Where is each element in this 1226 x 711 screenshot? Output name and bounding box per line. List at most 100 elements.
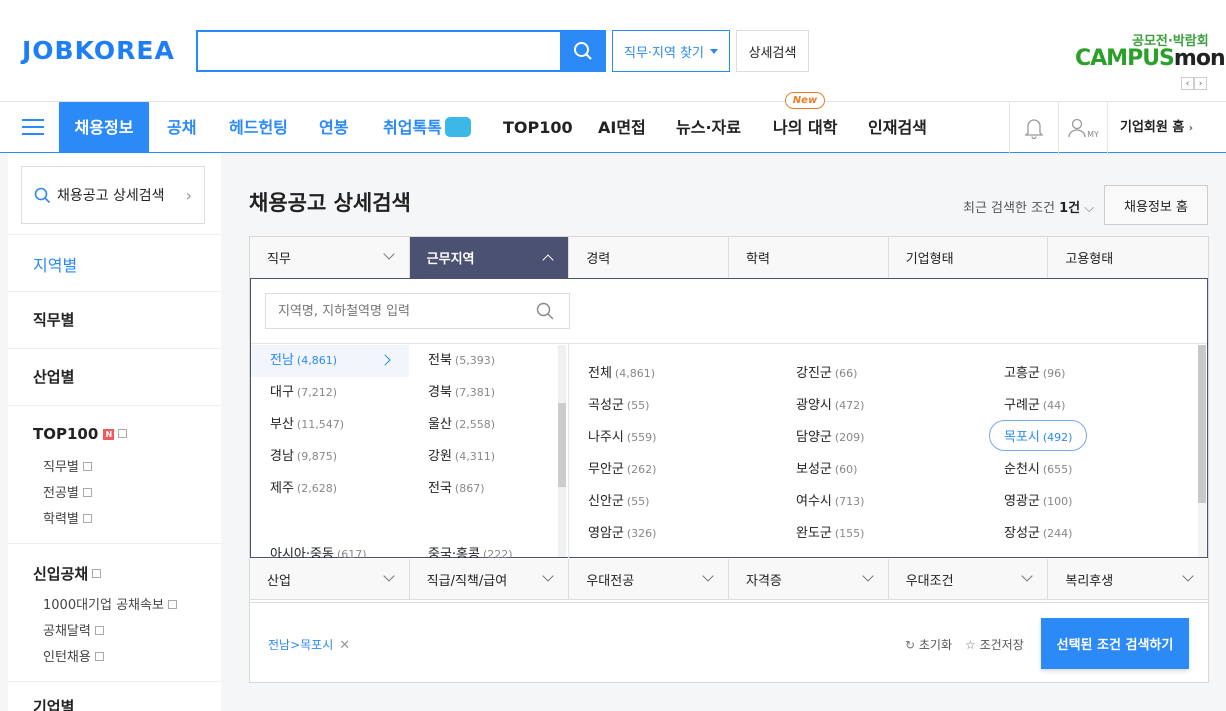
sidebar-subitem[interactable]: 인턴채용 xyxy=(43,646,104,665)
search-selected-button[interactable]: 선택된 조건 검색하기 xyxy=(1041,618,1189,669)
nav-item-gongchae[interactable]: 공채 xyxy=(167,102,196,153)
save-condition-button[interactable]: ☆ 조건저장 xyxy=(965,636,1024,653)
city-scrollbar[interactable] xyxy=(1198,345,1206,557)
nav-item-talk[interactable]: 취업톡톡 xyxy=(383,102,471,153)
search-icon[interactable] xyxy=(536,302,554,320)
province-item[interactable]: 전북 (5,393) xyxy=(409,345,557,377)
campusmon-logo[interactable]: CAMPUSmon xyxy=(1075,46,1226,71)
sidebar-subitem[interactable]: 직무별 xyxy=(43,456,92,475)
city-item[interactable]: 무안군 (262) xyxy=(588,458,656,477)
nav-item-top100[interactable]: TOP100 xyxy=(503,102,573,153)
jobs-home-button[interactable]: 채용정보 홈 xyxy=(1104,185,1208,225)
tab-employment-type[interactable]: 고용형태 xyxy=(1048,237,1208,278)
city-item[interactable]: 영광군 (100) xyxy=(1004,490,1072,509)
region-search-input[interactable] xyxy=(266,294,536,328)
nav-item-headhunting[interactable]: 헤드헌팅 xyxy=(229,102,288,153)
sidebar-subitem[interactable]: 학력별 xyxy=(43,508,92,527)
city-item[interactable]: 곡성군 (55) xyxy=(588,394,649,413)
city-item[interactable]: 고흥군 (96) xyxy=(1004,362,1065,381)
city-item[interactable]: 보성군 (60) xyxy=(796,458,857,477)
scrollbar-thumb[interactable] xyxy=(1198,345,1206,503)
province-item[interactable]: 중국·홍콩 (222) xyxy=(409,539,557,558)
nav-item-talent-search[interactable]: 인재검색 xyxy=(868,102,927,153)
tab-certificate[interactable]: 자격증 xyxy=(729,559,889,600)
province-item[interactable]: 부산 (11,547) xyxy=(251,409,409,441)
province-item[interactable]: 아시아·중동 (617) xyxy=(251,539,409,558)
recent-search-toggle[interactable]: 최근 검색한 조건 1건 ⌵ xyxy=(963,197,1094,216)
sidebar-item-top100[interactable]: TOP100 N xyxy=(33,425,128,443)
province-item-selected[interactable]: 전남 (4,861) xyxy=(251,345,409,377)
sidebar-item-job[interactable]: 직무별 xyxy=(33,309,74,330)
nav-item-jobs[interactable]: 채용정보 xyxy=(59,102,149,153)
reset-label: 초기화 xyxy=(918,638,953,652)
business-member-home-link[interactable]: 기업회원 홈 › xyxy=(1120,102,1193,153)
reset-button[interactable]: ↻ 초기화 xyxy=(905,636,952,653)
region-search-box xyxy=(265,293,570,329)
tab-position-salary[interactable]: 직급/직책/급여 xyxy=(410,559,570,600)
hamburger-menu-icon[interactable] xyxy=(22,119,44,135)
city-item[interactable]: 여수시 (713) xyxy=(796,490,864,509)
search-button[interactable] xyxy=(560,30,606,72)
sidebar-subitem[interactable]: 1000대기업 공채속보 xyxy=(43,594,177,613)
next-arrow-icon[interactable]: › xyxy=(1194,77,1207,90)
tab-label: 우대전공 xyxy=(586,574,635,589)
city-item[interactable]: 광양시 (472) xyxy=(796,394,864,413)
city-count: (66) xyxy=(834,367,858,380)
jobkorea-logo[interactable]: JOBKOREA xyxy=(22,36,175,65)
province-item[interactable]: 전국 (867) xyxy=(409,473,557,505)
province-item[interactable]: 대구 (7,212) xyxy=(251,377,409,409)
city-name: 여수시 xyxy=(796,494,832,509)
side-group-region: 지역별 xyxy=(8,234,221,291)
city-item[interactable]: 나주시 (559) xyxy=(588,426,656,445)
tab-preference[interactable]: 우대조건 xyxy=(889,559,1049,600)
close-icon[interactable]: ✕ xyxy=(339,638,350,653)
province-item[interactable]: 강원 (4,311) xyxy=(409,441,557,473)
my-page-button[interactable]: MY xyxy=(1059,102,1107,153)
city-item[interactable]: 완도군 (155) xyxy=(796,522,864,541)
city-item[interactable]: 전체 (4,861) xyxy=(588,362,655,381)
city-count: (60) xyxy=(834,463,858,476)
nav-item-my-univ[interactable]: 나의 대학 xyxy=(773,102,837,153)
bell-icon xyxy=(1024,118,1044,139)
province-scrollbar[interactable] xyxy=(558,345,566,557)
city-item[interactable]: 순천시 (655) xyxy=(1004,458,1072,477)
detail-search-button[interactable]: 상세검색 xyxy=(736,30,809,72)
tab-education[interactable]: 학력 xyxy=(729,237,889,278)
sidebar-item-company[interactable]: 기업별 xyxy=(33,696,74,711)
city-item[interactable]: 신안군 (55) xyxy=(588,490,649,509)
tab-preferred-major[interactable]: 우대전공 xyxy=(569,559,730,600)
sidebar-subitem[interactable]: 공채달력 xyxy=(43,620,104,639)
city-item-selected[interactable]: 목포시 (492) xyxy=(989,420,1088,451)
city-item[interactable]: 영암군 (326) xyxy=(588,522,656,541)
city-item[interactable]: 장성군 (244) xyxy=(1004,522,1072,541)
tab-job[interactable]: 직무 xyxy=(250,237,410,278)
notification-button[interactable] xyxy=(1010,102,1058,153)
sidebar-item-newhire[interactable]: 신입공채 xyxy=(33,563,102,584)
nav-item-ai-interview[interactable]: AI면접 xyxy=(598,102,646,153)
tab-industry[interactable]: 산업 xyxy=(250,559,410,600)
tab-region[interactable]: 근무지역 xyxy=(409,237,570,278)
city-item[interactable]: 강진군 (66) xyxy=(796,362,857,381)
sidebar-item-industry[interactable]: 산업별 xyxy=(33,366,74,387)
my-label: MY xyxy=(1087,130,1099,139)
tab-welfare[interactable]: 복리후생 xyxy=(1048,559,1208,600)
nav-item-salary[interactable]: 연봉 xyxy=(319,102,348,153)
city-grid: 전체 (4,861) 강진군 (66) 고흥군 (96) 곡성군 (55) 광양시 (47… xyxy=(569,345,1197,557)
city-item[interactable]: 구례군 (44) xyxy=(1004,394,1065,413)
province-count: (4,861) xyxy=(296,354,337,367)
province-item[interactable]: 울산 (2,558) xyxy=(409,409,557,441)
city-item[interactable]: 담양군 (209) xyxy=(796,426,864,445)
side-detail-search-button[interactable]: 채용공고 상세검색 › xyxy=(21,166,205,224)
nav-item-news[interactable]: 뉴스·자료 xyxy=(676,102,741,153)
tab-career[interactable]: 경력 xyxy=(569,237,730,278)
tab-company-type[interactable]: 기업형태 xyxy=(889,237,1049,278)
main-search-input[interactable] xyxy=(198,32,558,70)
sidebar-subitem[interactable]: 전공별 xyxy=(43,482,92,501)
prev-arrow-icon[interactable]: ‹ xyxy=(1181,77,1194,90)
province-item[interactable]: 경남 (9,875) xyxy=(251,441,409,473)
scrollbar-thumb[interactable] xyxy=(558,403,566,487)
province-item[interactable]: 제주 (2,628) xyxy=(251,473,409,505)
job-region-find-button[interactable]: 직무·지역 찾기 xyxy=(612,30,730,72)
province-item[interactable]: 경북 (7,381) xyxy=(409,377,557,409)
sidebar-item-region[interactable]: 지역별 xyxy=(33,252,77,276)
